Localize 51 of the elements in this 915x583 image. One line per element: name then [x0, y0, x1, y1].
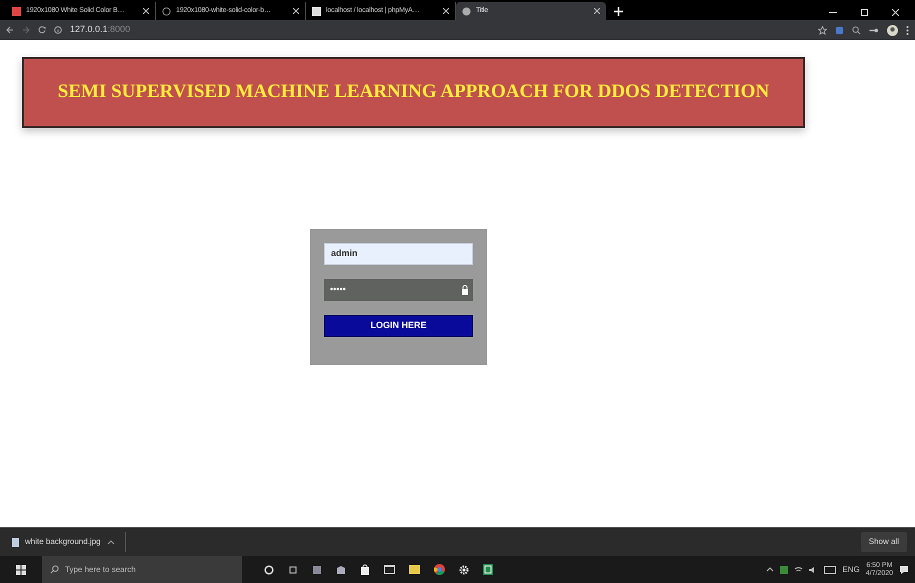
page-icon — [462, 6, 471, 16]
password-value: ••••• — [330, 283, 346, 296]
zoom-icon[interactable] — [852, 26, 861, 34]
download-filename[interactable]: white background.jpg — [25, 536, 101, 548]
store-bag-icon[interactable] — [360, 564, 370, 575]
window-icon[interactable] — [384, 565, 395, 574]
back-icon[interactable] — [6, 26, 14, 34]
menu-icon[interactable] — [906, 26, 909, 34]
app-icon[interactable] — [336, 564, 346, 574]
profile-icon[interactable] — [887, 24, 898, 36]
username-field[interactable]: admin — [324, 243, 473, 265]
reload-icon[interactable] — [38, 26, 46, 34]
extension-icon[interactable] — [835, 26, 844, 34]
caret-icon[interactable] — [106, 540, 115, 544]
chrome-icon[interactable] — [434, 564, 445, 575]
tray-app-icon[interactable] — [780, 566, 788, 574]
close-icon[interactable] — [143, 8, 149, 14]
lock-icon[interactable] — [461, 285, 469, 295]
keyboard-icon[interactable] — [824, 566, 836, 574]
page-icon — [312, 6, 321, 16]
cortana-icon[interactable] — [264, 564, 274, 574]
new-tab-icon[interactable] — [614, 7, 623, 16]
network-icon[interactable] — [794, 566, 804, 574]
notification-icon[interactable] — [899, 564, 909, 574]
app-icon[interactable] — [312, 564, 322, 574]
close-icon[interactable] — [594, 8, 600, 14]
close-icon[interactable] — [293, 8, 299, 14]
page-icon — [12, 6, 21, 16]
settings-icon[interactable] — [459, 564, 469, 574]
search-icon — [50, 565, 59, 574]
maximize-icon[interactable] — [861, 9, 868, 16]
address-url[interactable]: 127.0.0.1:8000 — [70, 23, 130, 37]
spreadsheet-icon[interactable] — [483, 564, 493, 575]
caret-icon[interactable] — [766, 567, 774, 572]
page-icon — [162, 6, 171, 16]
password-field[interactable]: ••••• — [324, 279, 473, 301]
file-icon — [12, 538, 19, 546]
banner-title: SEMI SUPERVISED MACHINE LEARNING APPROACH FOR DDOS DETECTION — [58, 80, 770, 104]
show-all-button[interactable]: Show all — [860, 532, 907, 552]
login-button[interactable]: LOGIN HERE — [324, 315, 473, 337]
task-view-icon[interactable] — [288, 564, 298, 574]
taskbar-search-field[interactable]: Type here to search — [42, 556, 242, 583]
windows-start-icon[interactable] — [16, 564, 26, 574]
close-icon[interactable] — [443, 8, 449, 14]
minimize-icon[interactable] — [829, 12, 837, 14]
star-icon[interactable] — [818, 26, 827, 34]
info-icon[interactable] — [54, 26, 62, 34]
close-icon[interactable] — [892, 9, 899, 16]
key-icon[interactable] — [869, 26, 879, 34]
language-indicator[interactable]: ENG — [842, 564, 860, 576]
search-placeholder: Type here to search — [65, 564, 136, 576]
